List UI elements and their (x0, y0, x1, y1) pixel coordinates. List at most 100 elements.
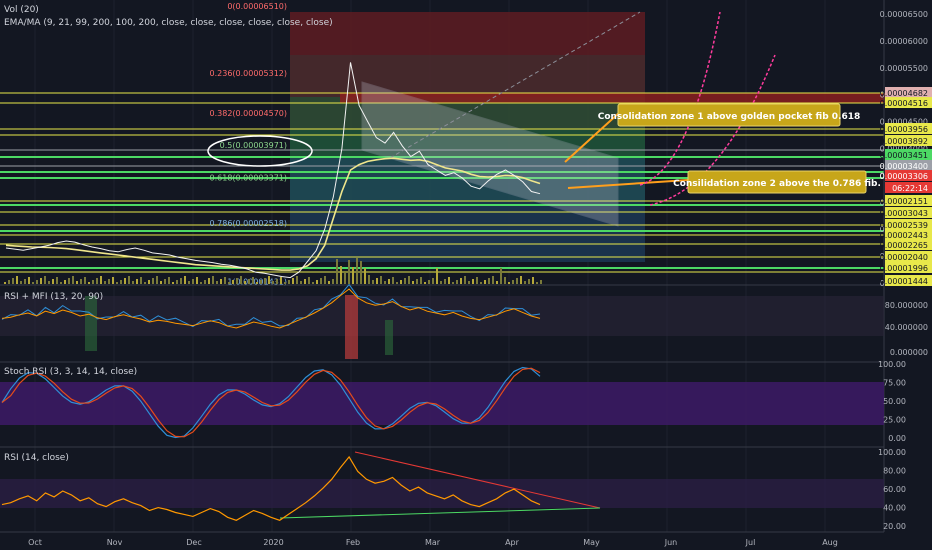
volume-bar (356, 258, 358, 284)
volume-bar (520, 276, 522, 284)
volume-bar (288, 280, 290, 284)
volume-bar (308, 277, 310, 284)
price-tag-label: 0.00002040 (880, 253, 928, 262)
fib-label-4: 0.618(0.00003371) (210, 173, 288, 182)
volume-bar (416, 279, 418, 284)
volume-bar (112, 277, 114, 284)
volume-bar (472, 279, 474, 284)
volume-bar (272, 281, 274, 284)
price-tag-label: 0.00002265 (880, 241, 928, 250)
price-tag-label: 06:22:14 (892, 184, 928, 193)
volume-bar (52, 279, 54, 284)
fib-zone-2 (290, 55, 645, 97)
volume-bar (260, 280, 262, 284)
rsi-mfi-tick: 0.000000 (890, 348, 928, 357)
price-tick: 0.00006000 (880, 37, 928, 46)
rsi-tick: 80.00 (883, 467, 906, 476)
volume-bar (240, 276, 242, 284)
trading-chart[interactable]: 0(0.00006510) 0.236(0.00005312) 0.382(0.00… (0, 0, 932, 550)
volume-bar (364, 268, 366, 284)
time-tick: Nov (107, 538, 123, 547)
rsi-mfi-title[interactable]: RSI + MFI (13, 20, 90) (4, 292, 103, 302)
volume-bar (540, 280, 542, 284)
price-tick: 0.00006500 (880, 10, 928, 19)
volume-bar (44, 276, 46, 284)
rsi-mfi-tick: 80.000000 (885, 301, 928, 310)
volume-bar (428, 280, 430, 284)
volume-bar (420, 277, 422, 284)
time-tick: 2020 (263, 538, 283, 547)
time-tick: Apr (505, 538, 520, 547)
volume-bar (444, 279, 446, 284)
ema-indicator-label[interactable]: EMA/MA (9, 21, 99, 200, 100, 200, close,… (4, 18, 333, 28)
volume-bar (320, 278, 322, 284)
time-tick: Oct (28, 538, 42, 547)
rsi-title[interactable]: RSI (14, close) (4, 453, 69, 463)
volume-bar (200, 282, 202, 284)
volume-bar (160, 281, 162, 284)
annotation-zone-1[interactable]: Consolidation zone 1 above golden pocket… (598, 103, 861, 127)
price-tag-label: 0.00002539 (880, 221, 928, 230)
price-tag-label: 0.00003043 (880, 209, 928, 218)
rsi-mfi-axis[interactable]: 80.000000 40.000000 0.000000 (885, 301, 928, 357)
volume-bar (20, 281, 22, 284)
stoch-tick: 25.00 (883, 416, 906, 425)
volume-bar (280, 277, 282, 284)
volume-bar (528, 279, 530, 284)
volume-bar (488, 278, 490, 284)
volume-bar (324, 276, 326, 284)
volume-bar (244, 281, 246, 284)
volume-bar (196, 277, 198, 284)
volume-bar (492, 276, 494, 284)
volume-bar (400, 280, 402, 284)
volume-bar (28, 277, 30, 284)
volume-bar (236, 278, 238, 284)
volume-bar (92, 280, 94, 284)
price-tag-label: 0.00004516 (880, 99, 928, 108)
volume-bar (328, 281, 330, 284)
volume-bar (300, 281, 302, 284)
volume-bar (292, 278, 294, 284)
volume-bar (224, 277, 226, 284)
volume-bar (264, 278, 266, 284)
price-tag-label: 0.00003451 (880, 151, 928, 160)
volume-bar (40, 278, 42, 284)
volume-bar (372, 280, 374, 284)
volume-bar (8, 280, 10, 284)
fib-label-2: 0.382(0.00004570) (210, 109, 288, 118)
volume-bar (392, 277, 394, 284)
volume-bar (64, 280, 66, 284)
volume-bar (60, 282, 62, 284)
price-tag-label: 0.00003306 (880, 172, 928, 181)
volume-bar (144, 282, 146, 284)
volume-bar (140, 277, 142, 284)
volume-bar (108, 279, 110, 284)
rsi-mfi-overbought-highlight (345, 295, 358, 359)
volume-bar (152, 278, 154, 284)
volume-bar (156, 276, 158, 284)
stoch-rsi-title[interactable]: Stoch RSI (3, 3, 14, 14, close) (4, 367, 137, 377)
vol-indicator-label[interactable]: Vol (20) (4, 5, 39, 15)
volume-bar (408, 276, 410, 284)
volume-bar (216, 281, 218, 284)
rsi-mfi-band (0, 296, 884, 336)
fib-label-3: 0.5(0.00003971) (220, 141, 287, 150)
fib-label-1: 0.236(0.00005312) (210, 69, 288, 78)
volume-bar (284, 282, 286, 284)
volume-bar (16, 276, 18, 284)
annotation-zone-1-text: Consolidation zone 1 above golden pocket… (598, 112, 861, 122)
volume-bar (136, 279, 138, 284)
volume-bar (536, 282, 538, 284)
volume-bar (464, 276, 466, 284)
price-tag-label: 0.00003400 (880, 162, 928, 171)
volume-bar (188, 281, 190, 284)
volume-bar (296, 276, 298, 284)
volume-bar (256, 282, 258, 284)
volume-bar (504, 277, 506, 284)
volume-bar (248, 279, 250, 284)
volume-bar (32, 282, 34, 284)
annotation-zone-2[interactable]: Consilidation zone 2 above the 0.786 fib… (673, 170, 881, 194)
volume-bar (228, 282, 230, 284)
volume-bar (500, 268, 502, 284)
volume-bar (512, 280, 514, 284)
